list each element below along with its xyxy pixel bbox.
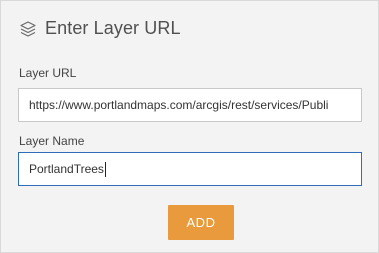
add-button[interactable]: ADD: [168, 205, 234, 240]
layer-name-label: Layer Name: [19, 134, 85, 148]
enter-layer-url-panel: Enter Layer URL Layer URL https://www.po…: [0, 0, 379, 253]
text-cursor: [104, 161, 106, 177]
layer-name-input[interactable]: PortlandTrees: [18, 152, 362, 186]
layer-url-input[interactable]: https://www.portlandmaps.com/arcgis/rest…: [18, 88, 362, 122]
layer-name-value: PortlandTrees: [29, 162, 104, 176]
panel-title: Enter Layer URL: [45, 18, 181, 38]
layers-icon: [19, 20, 37, 38]
layer-url-label: Layer URL: [19, 66, 77, 80]
panel-header: Enter Layer URL: [19, 18, 181, 39]
layer-url-value: https://www.portlandmaps.com/arcgis/rest…: [29, 98, 329, 112]
